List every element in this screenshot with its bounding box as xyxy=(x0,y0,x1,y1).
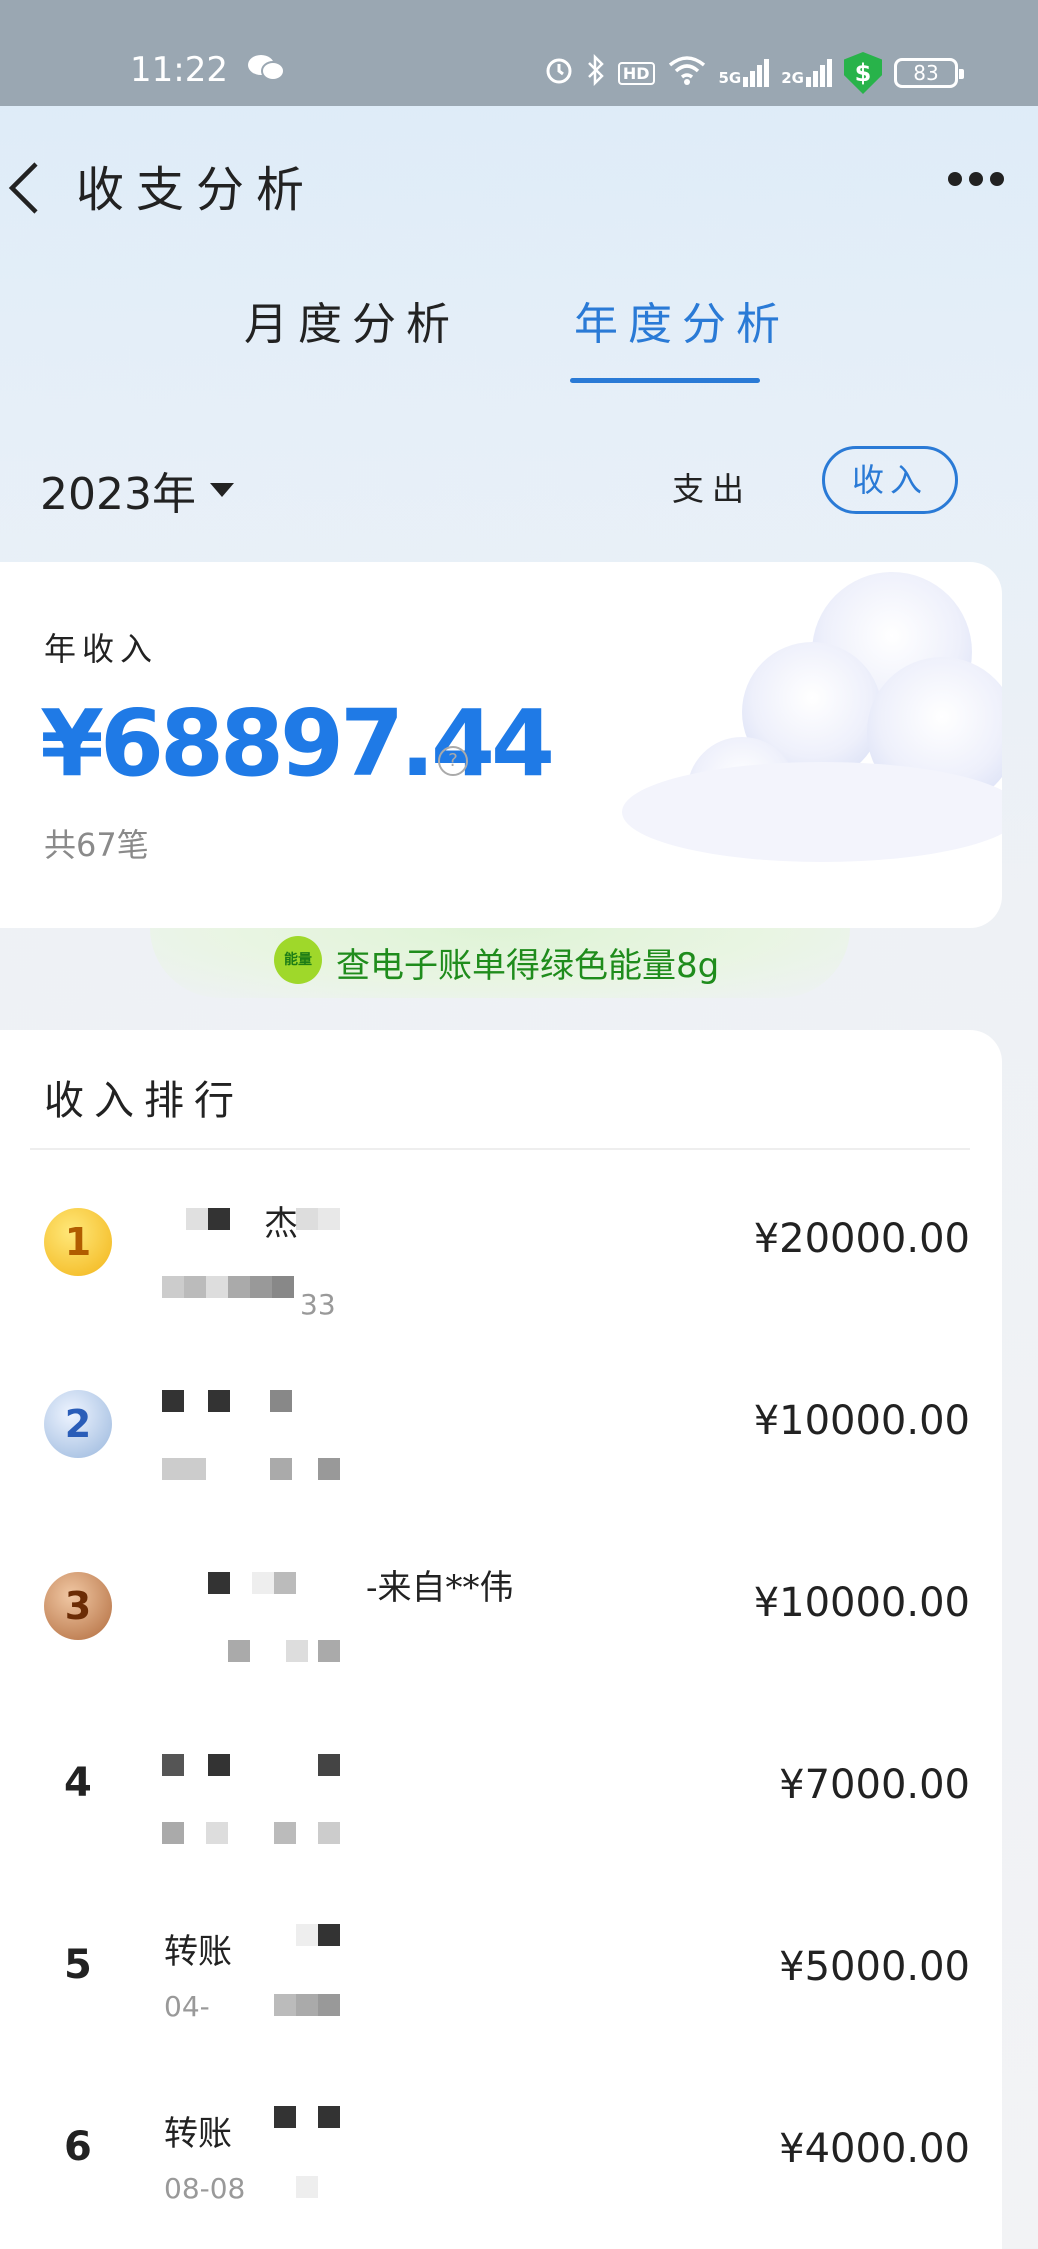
green-energy-banner[interactable]: 能量 查电子账单得绿色能量8g xyxy=(150,928,850,998)
ranking-row-title: 杰 xyxy=(264,1204,298,1244)
redacted-mosaic xyxy=(160,1390,342,1418)
green-energy-text: 查电子账单得绿色能量8g xyxy=(336,946,720,986)
signal-2g-icon: 2G xyxy=(781,59,832,87)
help-icon[interactable]: ? xyxy=(438,746,468,776)
analysis-tabs: 月度分析 年度分析 xyxy=(0,246,1038,386)
ranking-row-amount: ¥10000.00 xyxy=(753,1580,970,1626)
ranking-row-amount: ¥10000.00 xyxy=(753,1398,970,1444)
active-tab-indicator xyxy=(570,378,760,383)
battery-icon: 83 xyxy=(894,58,964,88)
back-arrow-icon[interactable] xyxy=(6,158,46,218)
expense-toggle-button[interactable]: 支出 xyxy=(672,464,752,510)
redacted-mosaic xyxy=(160,1640,342,1668)
redacted-mosaic xyxy=(160,1754,342,1782)
redacted-mosaic xyxy=(160,2176,342,2204)
gold-medal-icon: 1 xyxy=(44,1208,112,1276)
ranking-row-5[interactable]: 5 转账 04- ¥5000.00 xyxy=(0,1924,1002,2106)
ranking-row-subtitle: 33 xyxy=(300,1288,336,1321)
ranking-number: 5 xyxy=(64,1942,92,1988)
ranking-number: 4 xyxy=(64,1760,92,1806)
signal-5g-icon: 5G xyxy=(719,59,770,87)
redacted-mosaic xyxy=(160,2106,342,2134)
year-selector-label: 2023年 xyxy=(40,469,196,520)
tab-yearly-analysis[interactable]: 年度分析 xyxy=(574,288,790,352)
wechat-icon xyxy=(246,52,286,88)
status-time: 11:22 xyxy=(130,50,228,90)
ranking-row-amount: ¥4000.00 xyxy=(779,2126,970,2172)
ranking-number: 6 xyxy=(64,2124,92,2170)
redacted-mosaic xyxy=(160,1208,342,1236)
bluetooth-icon xyxy=(586,53,606,92)
redacted-mosaic xyxy=(160,1572,342,1600)
status-bar: 11:22 HD 5G 2G $ 83 xyxy=(0,0,1038,106)
app-header: 收支分析 xyxy=(0,106,1038,246)
annual-income-amount: ¥68897.44 xyxy=(40,690,555,797)
status-icons: HD 5G 2G $ 83 xyxy=(544,52,964,94)
ranking-row-3[interactable]: 3 -来自**伟 ¥10000.00 xyxy=(0,1560,1002,1742)
redacted-mosaic xyxy=(160,1822,342,1850)
ranking-row-2[interactable]: 2 ¥10000.00 xyxy=(0,1378,1002,1560)
ranking-row-1[interactable]: 1 杰 33 ¥20000.00 xyxy=(0,1196,1002,1378)
income-toggle-button[interactable]: 收入 xyxy=(822,446,958,514)
ranking-row-amount: ¥5000.00 xyxy=(779,1944,970,1990)
income-ranking-card: 收入排行 1 杰 33 ¥20000.00 2 ¥10000.00 3 -来自*… xyxy=(0,1030,1002,2249)
ranking-row-title: -来自**伟 xyxy=(366,1568,514,1608)
tab-monthly-analysis[interactable]: 月度分析 xyxy=(244,288,460,352)
redacted-mosaic xyxy=(160,1994,342,2022)
annual-income-card: 年收入 ¥68897.44 ? 共67笔 xyxy=(0,562,1002,928)
ranking-title: 收入排行 xyxy=(44,1078,244,1124)
redacted-mosaic xyxy=(160,1924,342,1952)
caret-down-icon xyxy=(209,483,234,497)
more-options-icon[interactable] xyxy=(948,172,1004,186)
year-selector[interactable]: 2023年 xyxy=(40,458,234,522)
silver-medal-icon: 2 xyxy=(44,1390,112,1458)
hd-voice-icon: HD xyxy=(617,61,655,85)
ranking-row-amount: ¥20000.00 xyxy=(753,1216,970,1262)
ranking-row-4[interactable]: 4 ¥7000.00 xyxy=(0,1742,1002,1924)
security-shield-icon: $ xyxy=(844,52,882,94)
signal-5g-label: 5G xyxy=(718,69,742,87)
transaction-count: 共67笔 xyxy=(44,826,149,864)
cloud-illustration xyxy=(622,572,1002,862)
alarm-icon xyxy=(544,55,574,91)
ranking-divider xyxy=(30,1148,970,1150)
ranking-row-6[interactable]: 6 转账 08-08 ¥4000.00 xyxy=(0,2106,1002,2249)
redacted-mosaic xyxy=(160,1458,342,1486)
filter-row: 2023年 支出 收入 xyxy=(0,440,1038,540)
ranking-row-amount: ¥7000.00 xyxy=(779,1762,970,1808)
wifi-icon xyxy=(667,55,707,91)
energy-badge-icon: 能量 xyxy=(274,936,322,984)
page-title: 收支分析 xyxy=(76,162,317,218)
signal-2g-label: 2G xyxy=(781,69,804,87)
annual-income-label: 年收入 xyxy=(44,630,159,668)
bronze-medal-icon: 3 xyxy=(44,1572,112,1640)
